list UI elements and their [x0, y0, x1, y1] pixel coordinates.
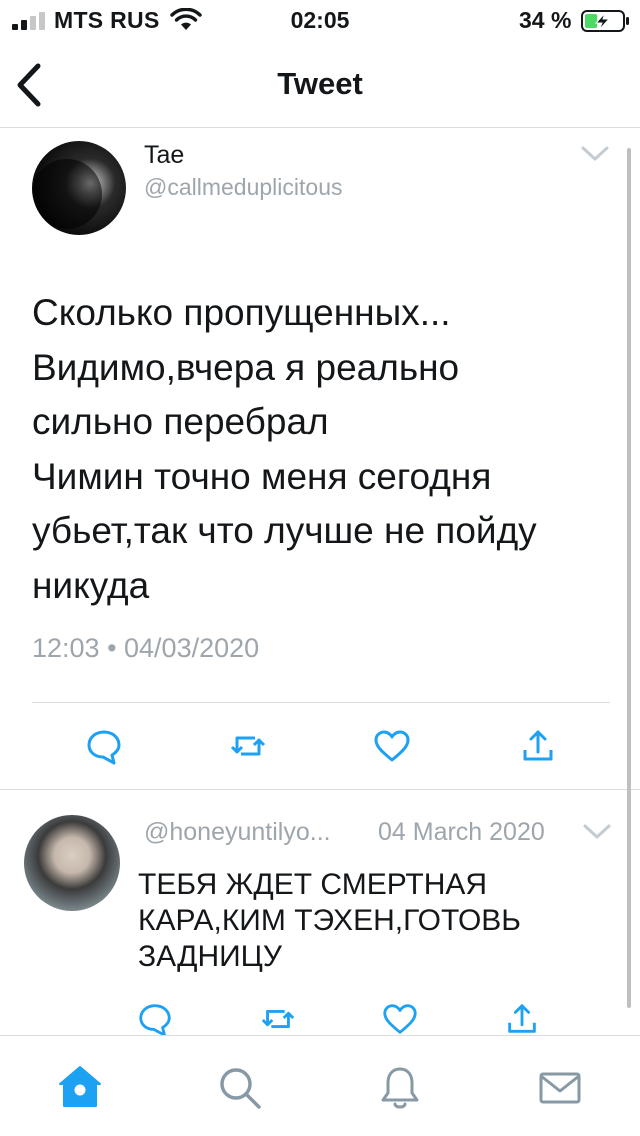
avatar[interactable]	[24, 815, 120, 911]
share-icon	[508, 1004, 536, 1033]
chevron-down-icon[interactable]	[582, 823, 612, 841]
scrollbar[interactable]	[627, 148, 631, 1008]
retweet-button[interactable]	[259, 1000, 297, 1038]
like-icon	[374, 730, 410, 762]
tab-bar	[0, 1035, 640, 1136]
battery-fill	[585, 14, 598, 28]
author-handle[interactable]: @honeyuntilyo...	[144, 818, 331, 847]
battery-charging-icon	[581, 10, 629, 32]
notifications-icon	[381, 1067, 419, 1109]
navigation-bar: Tweet	[0, 40, 640, 128]
home-icon	[59, 1066, 101, 1107]
tweet-timestamp: 12:03 • 04/03/2020	[32, 633, 260, 663]
tweet-text: ТЕБЯ ЖДЕТ СМЕРТНАЯ КАРА,КИМ ТЭХЕН,ГОТОВЬ…	[138, 868, 521, 973]
tab-notifications[interactable]	[376, 1064, 424, 1112]
share-icon	[523, 730, 553, 761]
reply-icon	[87, 730, 121, 765]
battery-percent: 34 %	[519, 7, 572, 33]
author-handle[interactable]: @callmeduplicitous	[144, 174, 343, 201]
reply-icon	[139, 1004, 171, 1037]
avatar[interactable]	[32, 141, 126, 235]
share-button[interactable]	[518, 726, 558, 766]
tab-home[interactable]	[56, 1062, 104, 1110]
retweet-button[interactable]	[228, 726, 268, 766]
tab-messages[interactable]	[536, 1064, 584, 1112]
divider	[0, 789, 640, 790]
like-button[interactable]	[372, 726, 412, 766]
page-title: Tweet	[277, 66, 363, 101]
divider	[32, 702, 610, 703]
messages-icon	[539, 1072, 581, 1104]
like-icon	[383, 1004, 417, 1034]
author-name[interactable]: Tae	[144, 141, 184, 170]
retweet-icon	[230, 736, 266, 756]
tab-search[interactable]	[216, 1064, 264, 1112]
status-bar: MTS RUS 02:05 34 %	[0, 0, 640, 40]
reply-button[interactable]	[84, 726, 124, 766]
retweet-icon	[261, 1009, 295, 1029]
reply-button[interactable]	[136, 1000, 174, 1038]
like-button[interactable]	[381, 1000, 419, 1038]
share-button[interactable]	[503, 1000, 541, 1038]
chevron-down-icon[interactable]	[580, 145, 610, 163]
tweet-date: 04 March 2020	[378, 818, 545, 846]
search-icon	[220, 1068, 261, 1109]
tweet-text: Сколько пропущенных... Видимо,вчера я ре…	[32, 292, 537, 606]
